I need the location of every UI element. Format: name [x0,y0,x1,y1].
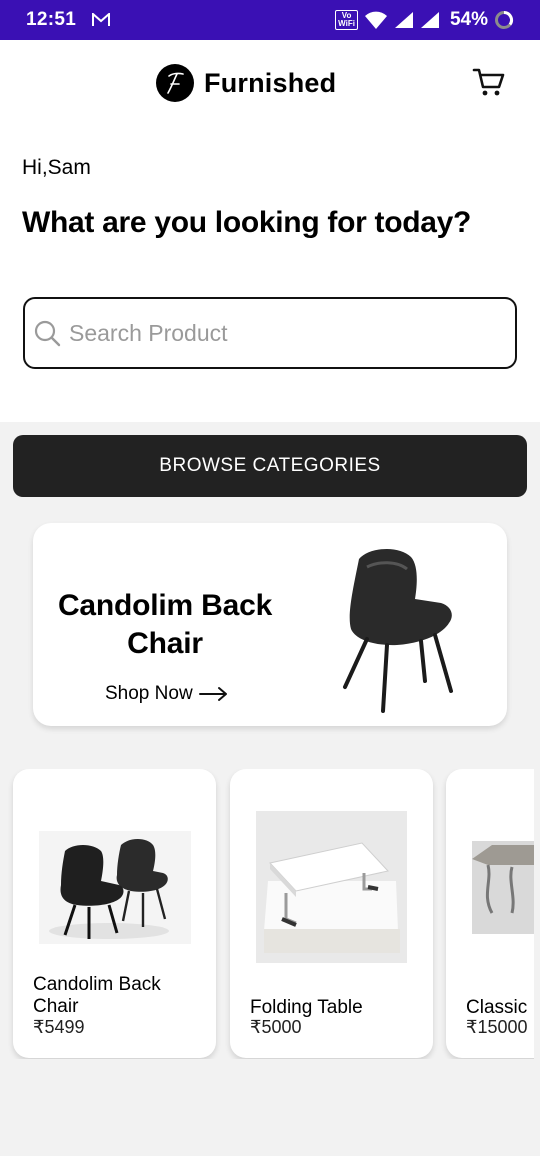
product-name: Classic [466,997,528,1018]
arrow-right-icon [198,687,227,701]
bottom-navigation-edge [0,1156,540,1170]
app-header: Furnished [0,40,540,126]
product-name: Candolim Back Chair [33,974,161,1017]
page-headline: What are you looking for today? [22,206,472,239]
wifi-icon [364,11,387,29]
brand-name: Furnished [204,67,337,98]
shop-now-label: Shop Now [105,683,193,704]
signal-icon [394,12,413,28]
vowifi-icon: Vo WiFi [335,10,358,30]
product-image-chairs [39,831,191,944]
banner-title: Candolim Back Chair [57,589,273,660]
status-icons: Vo WiFi 54% [335,9,514,31]
promo-banner[interactable]: Candolim Back Chair Shop Now [33,523,507,726]
product-price: ₹15000 [466,1017,528,1037]
product-image-classic-table [472,841,534,934]
search-box[interactable] [23,297,517,369]
top-section: Furnished Hi,Sam What are you looking fo… [0,40,540,422]
product-card[interactable]: Folding Table ₹5000 [230,769,433,1058]
product-card[interactable]: Classic ₹15000 [446,769,534,1058]
battery-percent: 54% [449,9,488,30]
status-bar: 12:51 Vo WiFi 54% [0,0,540,40]
product-list[interactable]: Candolim Back Chair ₹5499 Folding Table … [0,769,534,1059]
browse-categories-button[interactable]: BROWSE CATEGORIES [13,435,527,497]
status-time: 12:51 [26,9,77,30]
furnished-logo-icon [156,64,194,102]
signal-icon-2 [420,12,439,28]
battery-charging-icon [495,11,513,29]
greeting-text: Hi,Sam [22,156,91,179]
brand-logo[interactable]: Furnished [156,64,336,102]
product-price: ₹5000 [250,1017,302,1037]
search-icon [34,320,61,347]
chair-image [343,548,453,713]
cart-icon[interactable] [472,66,506,98]
gmail-icon [92,13,111,27]
product-image-folding-table [256,811,407,963]
search-input[interactable] [69,319,489,347]
product-price: ₹5499 [33,1017,85,1037]
product-name: Folding Table [250,997,363,1018]
product-card[interactable]: Candolim Back Chair ₹5499 [13,769,216,1058]
shop-now-link[interactable]: Shop Now [105,683,229,705]
